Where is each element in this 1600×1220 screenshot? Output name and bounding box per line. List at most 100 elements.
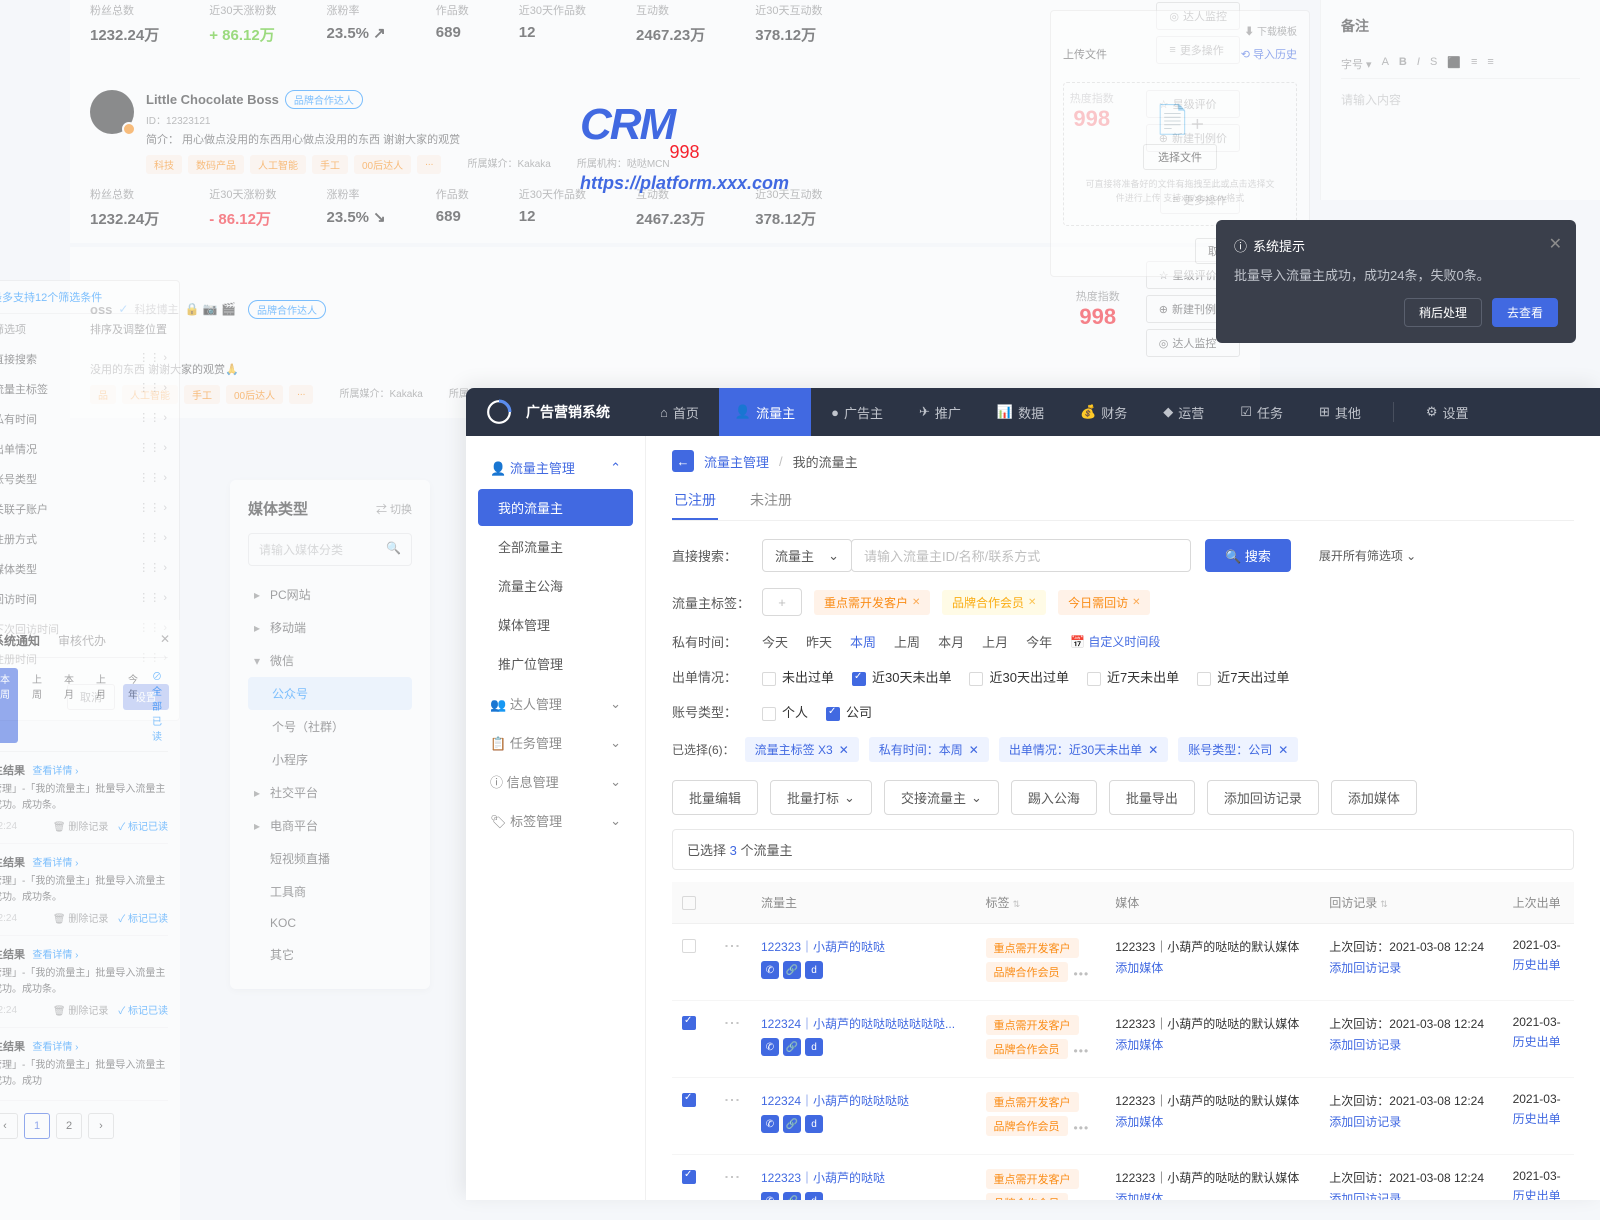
row-menu-icon[interactable]: ⋮ [722,1092,741,1108]
sidebar-section-tag[interactable]: 🏷 标签管理⌄ [478,801,633,840]
close-icon[interactable]: ✕ [160,632,170,646]
nav-settings[interactable]: ⚙ 设置 [1410,388,1485,436]
sidebar-item-public-sea[interactable]: 流量主公海 [478,567,633,604]
kick-button[interactable]: 踢入公海 [1011,780,1097,815]
selected-tag[interactable]: 出单情况：近30天未出单 ✕ [999,737,1168,762]
tree-node[interactable]: ▸PC网站 [248,578,412,611]
mark-all-read[interactable]: ⊘ 全部已读 [152,668,168,743]
switch-link[interactable]: ⇄ 切换 [376,501,412,517]
nav-home[interactable]: ⌂ 首页 [644,388,715,436]
filter-option[interactable]: 账号类型⋮⋮ › [0,464,179,494]
remark-textarea[interactable]: 请输入内容 [1341,91,1580,108]
tree-node[interactable]: 其它 [248,938,412,971]
row-checkbox[interactable] [682,1170,696,1184]
tree-node[interactable]: 短视频直播 [248,842,412,875]
add-media-link[interactable]: 添加媒体 [1115,1190,1309,1200]
row-menu-icon[interactable]: ⋮ [722,1015,741,1031]
filter-tag[interactable]: 今日需回访 ✕ [1058,590,1150,615]
sidebar-section-kol[interactable]: 👥 达人管理⌄ [478,684,633,723]
link-icon[interactable]: 🔗 [783,961,801,979]
add-visit-link[interactable]: 添加回访记录 [1329,959,1492,976]
checkbox-option[interactable]: 近7天未出单 [1087,667,1179,686]
notification-item[interactable]: 主结果 查看详情 › 管理」-「我的流量主」批量导入流量主成功。成功 [0,1028,168,1101]
publisher-link[interactable]: 122324｜小葫芦的哒哒哒哒 [761,1092,966,1109]
filter-option[interactable]: 媒体类型⋮⋮ › [0,554,179,584]
checkbox-option[interactable]: 近30天未出单 [852,667,951,686]
filter-option[interactable]: 注册方式⋮⋮ › [0,524,179,554]
media-search-input[interactable]: 请输入媒体分类 🔍 [248,533,412,566]
import-history-link[interactable]: ⟲ 导入历史 [1241,46,1297,62]
upload-dropzone[interactable]: 📄₊ 选择文件 可直接将准备好的文件有拖拽至此或点击选择文件进行上传 支持xls… [1063,82,1297,226]
notification-item[interactable]: 主结果 查看详情 › 管理」-「我的流量主」批量导入流量主成功。成功条。 12:… [0,752,168,844]
nav-other[interactable]: ⊞ 其他 [1303,388,1377,436]
filter-option[interactable]: 直接搜索⋮⋮ › [0,344,179,374]
sidebar-item-media-mgmt[interactable]: 媒体管理 [478,606,633,643]
sidebar-section-publisher[interactable]: 👤 流量主管理⌃ [478,448,633,487]
history-link[interactable]: 历史出单 [1513,1033,1564,1050]
checkbox-option[interactable]: 个人 [762,702,808,721]
sidebar-section-task[interactable]: 📋 任务管理⌄ [478,723,633,762]
time-option[interactable]: 今天 [762,632,788,651]
more-tags-icon[interactable]: ••• [1074,1121,1090,1135]
avatar[interactable] [90,90,134,134]
row-checkbox[interactable] [682,1093,696,1107]
row-checkbox[interactable] [682,939,696,953]
add-media-link[interactable]: 添加媒体 [1115,1113,1309,1130]
time-option[interactable]: 本月 [938,632,964,651]
publisher-link[interactable]: 122323｜小葫芦的哒哒 [761,1169,966,1186]
filter-tag[interactable]: 重点需开发客户 ✕ [814,590,930,615]
link-icon[interactable]: 🔗 [783,1115,801,1133]
tree-node[interactable]: ▸社交平台 [248,776,412,809]
choose-file-button[interactable]: 选择文件 [1143,144,1217,170]
sidebar-item-my-publishers[interactable]: 我的流量主 [478,489,633,526]
tab-system-notif[interactable]: 系统通知 [0,632,40,649]
handover-button[interactable]: 交接流量主 ⌄ [884,780,999,815]
publisher-link[interactable]: 122323｜小葫芦的哒哒 [761,938,966,955]
nav-data[interactable]: 📊 数据 [981,388,1060,436]
phone-icon[interactable]: ✆ [761,1038,779,1056]
selected-tag[interactable]: 私有时间：本周 ✕ [869,737,989,762]
profile-icon[interactable]: d [805,1192,823,1200]
notification-item[interactable]: 主结果 查看详情 › 管理」-「我的流量主」批量导入流量主成功。成功条。 12:… [0,936,168,1028]
bulk-tag-button[interactable]: 批量打标 ⌄ [770,780,872,815]
add-visit-link[interactable]: 添加回访记录 [1329,1036,1492,1053]
time-option[interactable]: 上周 [894,632,920,651]
search-button[interactable]: 🔍 搜索 [1205,539,1291,572]
publisher-link[interactable]: 122324｜小葫芦的哒哒哒哒哒哒哒... [761,1015,966,1032]
filter-option[interactable]: 关联子账户⋮⋮ › [0,494,179,524]
filter-option[interactable]: 私有时间⋮⋮ › [0,404,179,434]
nav-tasks[interactable]: ☑ 任务 [1224,388,1299,436]
add-visit-button[interactable]: 添加回访记录 [1207,780,1319,815]
custom-time-link[interactable]: 📅 自定义时间段 [1070,633,1160,650]
link-icon[interactable]: 🔗 [783,1192,801,1200]
sidebar-item-slot-mgmt[interactable]: 推广位管理 [478,645,633,682]
checkbox-option[interactable]: 公司 [826,702,872,721]
history-link[interactable]: 历史出单 [1513,1110,1564,1127]
row-menu-icon[interactable]: ⋮ [722,1169,741,1185]
time-option[interactable]: 本周 [850,632,876,651]
phone-icon[interactable]: ✆ [761,961,779,979]
search-input[interactable]: 请输入流量主ID/名称/联系方式 [851,539,1191,572]
filter-option[interactable]: 流量主标签⋮⋮ › [0,374,179,404]
checkbox-option[interactable]: 未出过单 [762,667,834,686]
filter-option[interactable]: 回访时间⋮⋮ › [0,584,179,614]
phone-icon[interactable]: ✆ [761,1192,779,1200]
selected-tag[interactable]: 流量主标签 X3 ✕ [745,737,859,762]
row-checkbox[interactable] [682,1016,696,1030]
expand-filters-link[interactable]: 展开所有筛选项 ⌄ [1319,547,1416,564]
filter-option[interactable]: 出单情况⋮⋮ › [0,434,179,464]
tab-unregistered[interactable]: 未注册 [748,482,794,520]
tree-leaf[interactable]: 个号（社群） [248,710,412,743]
more-tags-icon[interactable]: ••• [1074,967,1090,981]
history-link[interactable]: 历史出单 [1513,1187,1564,1200]
nav-promo[interactable]: ✈ 推广 [903,388,977,436]
bulk-edit-button[interactable]: 批量编辑 [672,780,758,815]
add-visit-link[interactable]: 添加回访记录 [1329,1190,1492,1200]
add-media-button[interactable]: 添加媒体 [1331,780,1417,815]
tree-leaf[interactable]: 小程序 [248,743,412,776]
tab-registered[interactable]: 已注册 [672,482,718,520]
profile-icon[interactable]: d [805,1038,823,1056]
tree-node[interactable]: ▸移动端 [248,611,412,644]
sidebar-section-info[interactable]: ⓘ 信息管理⌄ [478,762,633,801]
checkbox-option[interactable]: 近7天出过单 [1197,667,1289,686]
